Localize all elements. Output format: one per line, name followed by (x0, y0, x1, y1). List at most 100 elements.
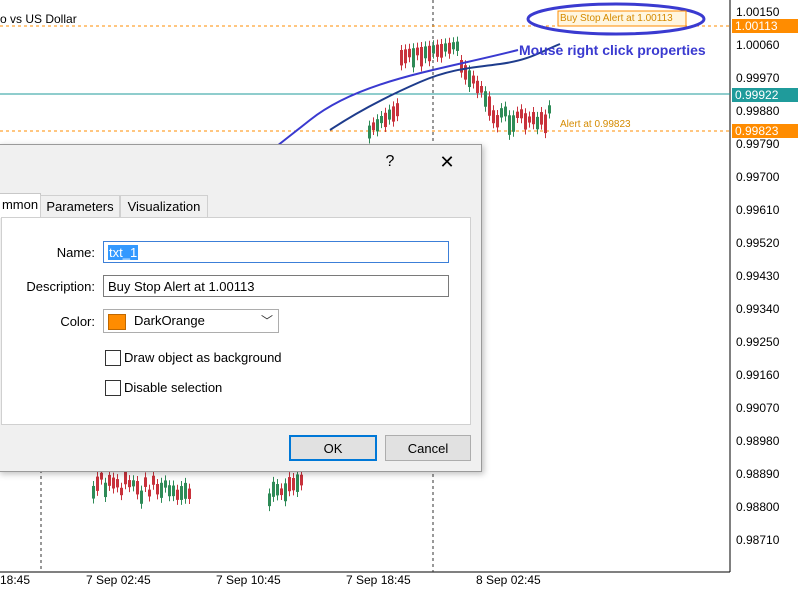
price-axis-label: 0.99250 (736, 335, 780, 349)
candle-body (492, 110, 495, 124)
candle-body (120, 487, 123, 496)
annotation-text: Mouse right click properties (519, 42, 706, 58)
price-tag: 0.99823 (732, 124, 798, 138)
candle-body (484, 91, 487, 107)
price-tag: 1.00113 (732, 19, 798, 33)
price-axis-label: 1.00060 (736, 38, 780, 52)
candle-body (140, 490, 143, 504)
candle-body (440, 44, 443, 58)
color-swatch (108, 314, 126, 330)
chevron-down-icon: ﹀ (260, 314, 273, 328)
color-name: DarkOrange (134, 313, 205, 328)
candle-body (136, 481, 139, 495)
candle-body (488, 96, 491, 116)
candle-body (516, 111, 519, 118)
candle-body (172, 485, 175, 497)
disable-selection-checkbox[interactable] (105, 380, 121, 396)
tab-common[interactable]: mmon (0, 193, 41, 218)
candle-body (124, 472, 127, 485)
price-tag: 0.99922 (732, 88, 798, 102)
price-axis-label: 0.99160 (736, 368, 780, 382)
candle-body (148, 489, 151, 497)
name-input[interactable]: txt_1 (103, 241, 449, 263)
cancel-button[interactable]: Cancel (385, 435, 471, 461)
candle-body (96, 476, 99, 491)
candle-body (548, 105, 551, 114)
candle-body (468, 70, 471, 88)
candle-body (460, 60, 463, 73)
help-button[interactable]: ? (379, 151, 401, 173)
disable-selection-label[interactable]: Disable selection (124, 380, 222, 395)
candle-body (392, 106, 395, 122)
description-input[interactable]: Buy Stop Alert at 1.00113 (103, 275, 449, 297)
time-axis-label: 7 Sep 10:45 (216, 573, 281, 587)
price-axis-label: 0.99700 (736, 170, 780, 184)
candle-body (372, 122, 375, 131)
color-label: Color: (60, 314, 95, 329)
candle-body (424, 46, 427, 59)
draw-background-checkbox[interactable] (105, 350, 121, 366)
candle-body (512, 115, 515, 132)
candle-body (540, 112, 543, 125)
price-axis-label: 0.99790 (736, 137, 780, 151)
candle-body (188, 488, 191, 499)
candle-body (104, 482, 107, 498)
candle-body (128, 480, 131, 488)
candle-body (524, 113, 527, 130)
symbol-title: o vs US Dollar (0, 12, 77, 26)
text-properties-dialog[interactable]: ? ✕ mmon Parameters Visualization Name: … (0, 144, 482, 472)
candle-body (508, 115, 511, 135)
description-label: Description: (26, 279, 95, 294)
candle-body (472, 75, 475, 84)
candle-body (536, 116, 539, 130)
price-axis-label: 0.99610 (736, 203, 780, 217)
candle-body (288, 477, 291, 492)
candle-body (452, 42, 455, 50)
candle-body (528, 116, 531, 123)
candle-body (268, 493, 271, 507)
time-axis-label: 18:45 (0, 573, 31, 587)
ok-button[interactable]: OK (289, 435, 377, 461)
time-axis-label: 7 Sep 02:45 (86, 573, 151, 587)
draw-background-label[interactable]: Draw object as background (124, 350, 282, 365)
candle-body (284, 483, 287, 502)
candle-body (280, 488, 283, 496)
tab-visualization[interactable]: Visualization (120, 195, 208, 218)
candle-body (400, 50, 403, 66)
candle-body (108, 474, 111, 486)
candle-body (420, 47, 423, 67)
tab-parameters[interactable]: Parameters (40, 195, 120, 218)
candle-body (368, 125, 371, 139)
color-select[interactable]: DarkOrange ﹀ (103, 309, 279, 333)
name-input-value: txt_1 (108, 245, 139, 260)
candle-body (388, 109, 391, 120)
price-axis-label: 0.98800 (736, 500, 780, 514)
candle-body (456, 41, 459, 51)
candle-body (156, 484, 159, 495)
candle-body (272, 481, 275, 497)
candle-body (432, 45, 435, 54)
candle-body (152, 475, 155, 485)
candle-body (276, 484, 279, 496)
candle-body (396, 103, 399, 117)
candle-body (404, 49, 407, 64)
candle-body (184, 482, 187, 499)
alert-low-label[interactable]: Alert at 0.99823 (560, 119, 631, 130)
name-label: Name: (56, 245, 95, 260)
candle-body (480, 86, 483, 93)
price-axis-label: 0.99070 (736, 401, 780, 415)
price-axis-label: 0.99430 (736, 269, 780, 283)
candle-body (408, 48, 411, 58)
buy-stop-alert-label[interactable]: Buy Stop Alert at 1.00113 (560, 13, 673, 24)
close-icon[interactable]: ✕ (435, 151, 459, 173)
candle-body (92, 485, 95, 499)
candle-body (168, 485, 171, 497)
candle-body (164, 480, 167, 488)
candle-body (428, 45, 431, 62)
candle-body (292, 478, 295, 491)
candle-body (112, 477, 115, 489)
time-axis-label: 8 Sep 02:45 (476, 573, 541, 587)
candle-body (144, 477, 147, 487)
candle-body (132, 480, 135, 487)
candle-body (504, 106, 507, 117)
